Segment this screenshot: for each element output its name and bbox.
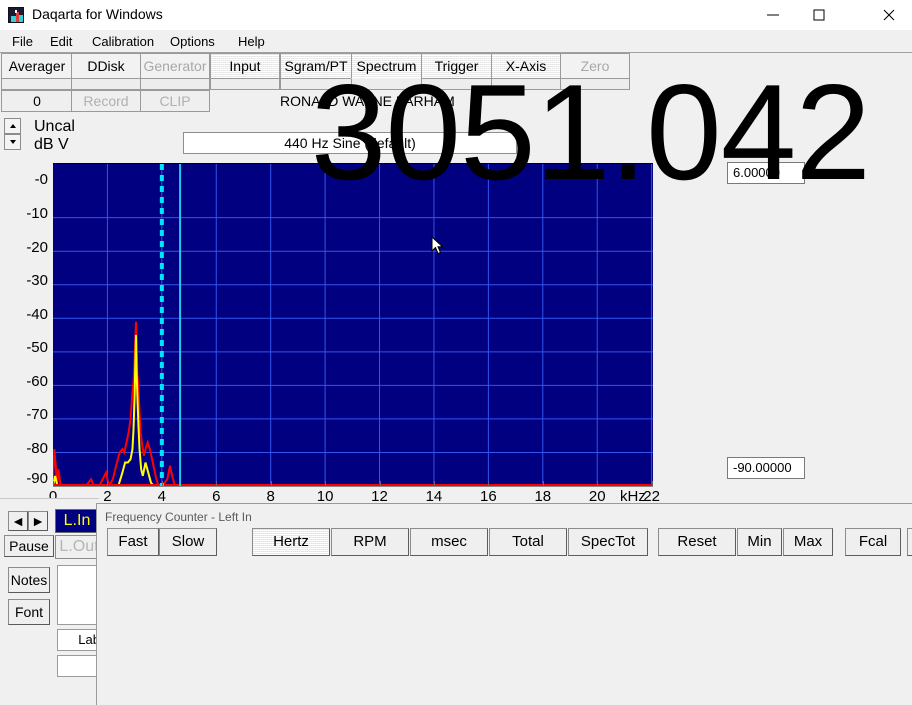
tab-averager[interactable]: Averager bbox=[1, 53, 73, 79]
y-tick-10: -10 bbox=[0, 205, 48, 222]
y-tick-60: -60 bbox=[0, 373, 48, 390]
fc-fcal-button[interactable]: Fcal bbox=[845, 528, 901, 556]
fc-fast-button[interactable]: Fast bbox=[107, 528, 159, 556]
fc-msec-button[interactable]: msec bbox=[410, 528, 488, 556]
spinner-down-icon[interactable] bbox=[4, 134, 21, 150]
frequency-reading: 3051.042 bbox=[96, 64, 912, 200]
x-tick-mark bbox=[652, 481, 653, 486]
x-tick-mark bbox=[543, 481, 544, 486]
fc-min-button[interactable]: Min bbox=[737, 528, 782, 556]
fc-slow-button[interactable]: Slow bbox=[159, 528, 217, 556]
x-tick-mark bbox=[107, 481, 108, 486]
y-tick-0: -0 bbox=[0, 171, 48, 188]
averager-count: 0 bbox=[1, 90, 73, 112]
close-icon[interactable] bbox=[865, 0, 912, 30]
x-axis-line bbox=[53, 486, 653, 487]
y-axis-min-input[interactable]: -90.00000 bbox=[727, 457, 805, 479]
spectrum-plot[interactable] bbox=[53, 163, 653, 485]
spinner-up-icon[interactable] bbox=[4, 118, 21, 134]
font-button[interactable]: Font bbox=[8, 599, 50, 625]
fc-hertz-button[interactable]: Hertz bbox=[252, 528, 330, 556]
title-bar: Daqarta for Windows bbox=[0, 0, 912, 30]
x-tick-mark bbox=[380, 481, 381, 486]
menu-options[interactable]: Options bbox=[164, 33, 221, 50]
tab-sub-averager bbox=[1, 79, 73, 90]
fc-total-button[interactable]: Total bbox=[489, 528, 567, 556]
prev-channel-arrow-icon[interactable]: ◄ bbox=[8, 511, 28, 531]
fc-rpm-button[interactable]: RPM bbox=[331, 528, 409, 556]
y-tick-20: -20 bbox=[0, 239, 48, 256]
x-tick-mark bbox=[162, 481, 163, 486]
fc-spectot-button[interactable]: SpecTot bbox=[568, 528, 648, 556]
channel-left-in-button[interactable]: L.In bbox=[55, 509, 99, 533]
spectrum-canvas[interactable] bbox=[53, 163, 653, 486]
menu-edit[interactable]: Edit bbox=[44, 33, 78, 50]
x-tick-mark bbox=[488, 481, 489, 486]
minimize-icon[interactable] bbox=[750, 0, 796, 30]
uncal-label-line1: Uncal bbox=[34, 118, 75, 136]
frequency-counter-dialog: Frequency Counter - Left In Fast Slow He… bbox=[96, 503, 912, 705]
y-tick-30: -30 bbox=[0, 272, 48, 289]
x-tick-mark bbox=[271, 481, 272, 486]
next-channel-arrow-icon[interactable]: ► bbox=[28, 511, 48, 531]
window-title: Daqarta for Windows bbox=[32, 6, 163, 22]
x-tick-mark bbox=[216, 481, 217, 486]
menu-help[interactable]: Help bbox=[232, 33, 271, 50]
notes-button[interactable]: Notes bbox=[8, 567, 50, 593]
uncal-label-line2: dB V bbox=[34, 136, 69, 154]
menu-calibration[interactable]: Calibration bbox=[86, 33, 160, 50]
x-tick-mark bbox=[325, 481, 326, 486]
fc-max-button[interactable]: Max bbox=[783, 528, 833, 556]
x-tick-mark bbox=[434, 481, 435, 486]
y-tick-70: -70 bbox=[0, 406, 48, 423]
fc-reset-button[interactable]: Reset bbox=[658, 528, 736, 556]
y-tick-90: -90 bbox=[0, 470, 48, 487]
left-control-panel: ◄ ► L.In Pause L.Out Notes Font Lab bbox=[0, 498, 99, 705]
pause-button[interactable]: Pause bbox=[4, 535, 54, 557]
x-tick-mark bbox=[597, 481, 598, 486]
y-tick-40: -40 bbox=[0, 306, 48, 323]
x-tick-mark bbox=[53, 481, 54, 486]
mouse-cursor bbox=[431, 236, 445, 259]
scale-spinner[interactable] bbox=[4, 118, 21, 150]
maximize-icon[interactable] bbox=[796, 0, 842, 30]
menu-file[interactable]: File bbox=[6, 33, 39, 50]
y-tick-80: -80 bbox=[0, 440, 48, 457]
daqarta-icon bbox=[8, 7, 24, 23]
y-tick-50: -50 bbox=[0, 339, 48, 356]
fc-overflow-button[interactable] bbox=[907, 528, 912, 556]
frequency-counter-title: Frequency Counter - Left In bbox=[105, 510, 252, 524]
